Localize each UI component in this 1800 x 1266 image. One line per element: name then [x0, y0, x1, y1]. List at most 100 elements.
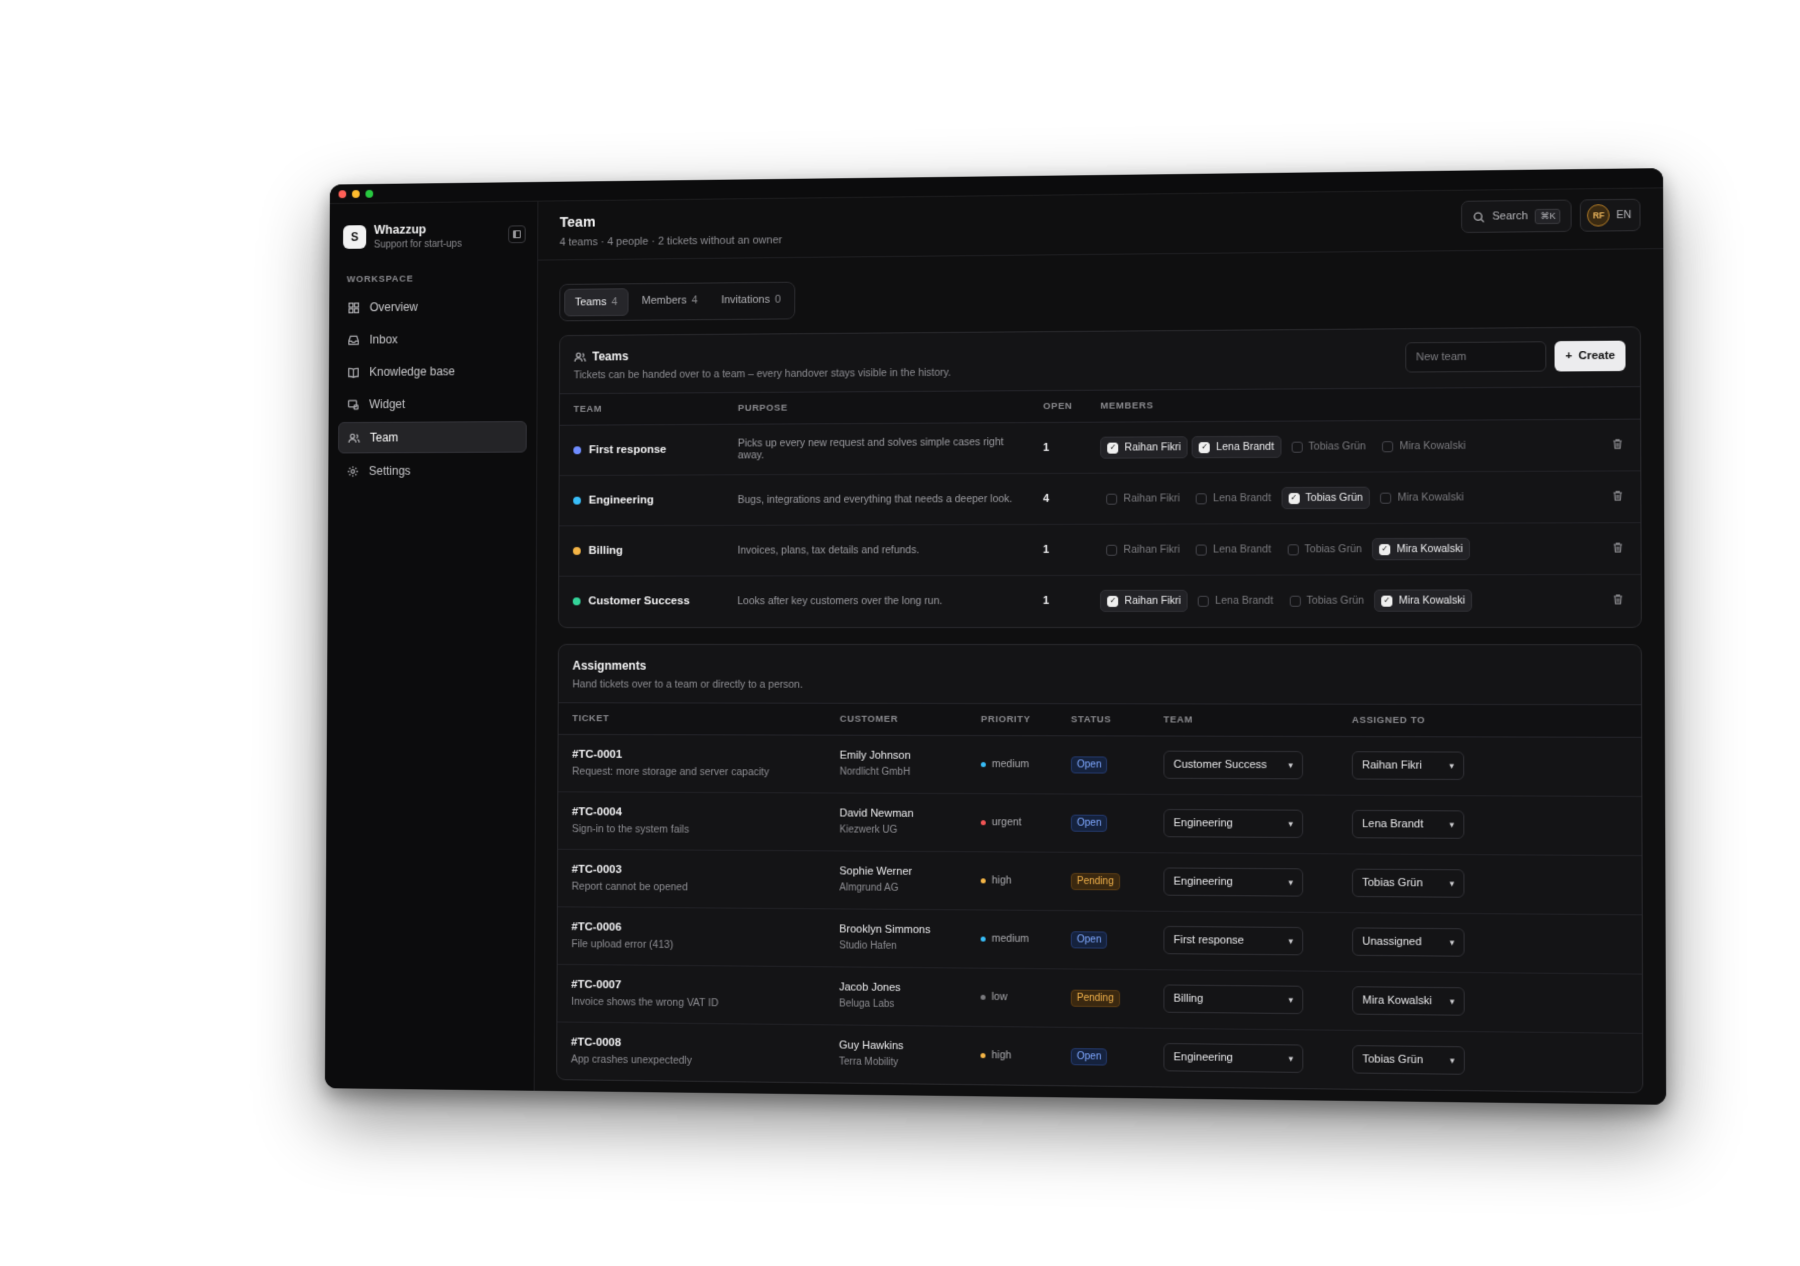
checkbox-icon[interactable]	[1380, 492, 1391, 503]
checkbox-checked-icon[interactable]: ✓	[1107, 596, 1118, 607]
checkbox-checked-icon[interactable]: ✓	[1199, 442, 1210, 453]
checkbox-icon[interactable]	[1289, 595, 1300, 606]
trash-icon[interactable]	[1612, 541, 1626, 555]
member-toggle[interactable]: Tobias Grün	[1281, 538, 1368, 560]
assignee-select[interactable]: Tobias Grün ▾	[1352, 1045, 1465, 1075]
sidebar-item-knowledge-base[interactable]: Knowledge base	[338, 356, 527, 387]
assignee-select[interactable]: Unassigned ▾	[1352, 927, 1465, 956]
checkbox-checked-icon[interactable]: ✓	[1108, 442, 1119, 453]
sidebar-item-settings[interactable]: Settings	[338, 455, 527, 485]
checkbox-icon[interactable]	[1106, 493, 1117, 504]
chevron-down-icon: ▾	[1288, 877, 1293, 888]
ticket-id[interactable]: #TC-0001	[572, 748, 812, 761]
minimize-window-button[interactable]	[352, 190, 360, 198]
team-select[interactable]: Engineering ▾	[1163, 809, 1303, 838]
team-select[interactable]: Engineering ▾	[1163, 867, 1303, 896]
trash-icon[interactable]	[1611, 437, 1625, 451]
status-cell: Pending	[1057, 852, 1150, 911]
sidebar-item-overview[interactable]: Overview	[339, 291, 528, 322]
team-select[interactable]: Billing ▾	[1163, 984, 1303, 1014]
tab-members[interactable]: Members 4	[632, 287, 707, 315]
member-toggle[interactable]: Raihan Fikri	[1100, 539, 1186, 561]
checkbox-checked-icon[interactable]: ✓	[1379, 544, 1390, 555]
team-open-count: 4	[1029, 473, 1086, 524]
app-window: S Whazzup Support for start-ups WORKSPAC…	[325, 168, 1666, 1105]
priority-indicator: urgent	[981, 816, 1043, 828]
member-toggle[interactable]: Tobias Grün	[1285, 435, 1372, 458]
checkbox-checked-icon[interactable]: ✓	[1288, 492, 1299, 503]
member-toggle[interactable]: ✓ Tobias Grün	[1281, 487, 1370, 509]
member-toggle[interactable]: Lena Brandt	[1192, 590, 1279, 612]
member-toggle[interactable]: ✓ Raihan Fikri	[1100, 590, 1188, 612]
column-header	[1597, 387, 1640, 419]
member-toggle[interactable]: Tobias Grün	[1283, 590, 1370, 612]
member-toggle[interactable]: ✓ Mira Kowalski	[1374, 590, 1472, 612]
sidebar: S Whazzup Support for start-ups WORKSPAC…	[325, 202, 538, 1091]
chevron-down-icon: ▾	[1288, 818, 1293, 829]
ticket-cell: #TC-0004 Sign-in to the system fails	[558, 791, 826, 850]
team-color-dot	[573, 547, 581, 555]
team-members-cell: ✓ Raihan Fikri Lena Brandt Tobias Grün ✓ Mira…	[1086, 575, 1597, 627]
column-header: PRIORITY	[967, 703, 1057, 735]
checkbox-icon[interactable]	[1198, 596, 1209, 607]
trash-icon[interactable]	[1612, 593, 1626, 607]
team-select[interactable]: Customer Success ▾	[1163, 751, 1303, 780]
checkbox-checked-icon[interactable]: ✓	[1381, 595, 1392, 606]
member-toggle[interactable]: ✓ Lena Brandt	[1192, 436, 1281, 459]
widget-icon	[347, 398, 360, 411]
checkbox-icon[interactable]	[1196, 493, 1207, 504]
member-toggle[interactable]: Raihan Fikri	[1100, 487, 1185, 509]
checkbox-icon[interactable]	[1382, 441, 1393, 452]
checkbox-icon[interactable]	[1196, 544, 1207, 555]
team-cell: Engineering	[559, 475, 724, 526]
priority-dot	[981, 762, 986, 767]
team-purpose: Picks up every new request and solves si…	[724, 423, 1029, 475]
team-members: Raihan Fikri Lena Brandt ✓ Tobias Grün Mira …	[1100, 486, 1582, 510]
member-toggle[interactable]: ✓ Mira Kowalski	[1372, 538, 1470, 560]
assignee-select[interactable]: Lena Brandt ▾	[1352, 810, 1464, 839]
tab-invitations[interactable]: Invitations 0	[711, 287, 790, 315]
close-window-button[interactable]	[339, 190, 347, 198]
member-toggle[interactable]: Mira Kowalski	[1374, 486, 1470, 509]
customer-name: Guy Hawkins	[839, 1040, 953, 1053]
assignee-select[interactable]: Tobias Grün ▾	[1352, 869, 1464, 898]
member-toggle[interactable]: ✓ Raihan Fikri	[1100, 436, 1187, 458]
member-name: Lena Brandt	[1213, 543, 1271, 555]
collapse-sidebar-button[interactable]	[508, 225, 526, 243]
checkbox-icon[interactable]	[1106, 544, 1117, 555]
team-name: Billing	[573, 545, 710, 557]
ticket-subject: Invoice shows the wrong VAT ID	[571, 995, 811, 1009]
assignee-select-value: Tobias Grün	[1362, 1054, 1423, 1067]
checkbox-icon[interactable]	[1287, 544, 1298, 555]
search-button[interactable]: Search ⌘K	[1461, 200, 1573, 234]
priority-indicator: low	[981, 991, 1043, 1004]
sidebar-item-team[interactable]: Team	[338, 421, 527, 453]
checkbox-icon[interactable]	[1291, 441, 1302, 452]
tab-teams[interactable]: Teams 4	[564, 288, 628, 316]
maximize-window-button[interactable]	[365, 189, 373, 197]
workspace-switcher[interactable]: S Whazzup Support for start-ups	[339, 215, 528, 264]
assignee-select[interactable]: Raihan Fikri ▾	[1352, 751, 1464, 780]
team-actions-cell	[1597, 471, 1640, 523]
team-name: Engineering	[573, 494, 710, 506]
new-team-input[interactable]	[1406, 341, 1547, 372]
assignee-select[interactable]: Mira Kowalski ▾	[1352, 986, 1465, 1016]
team-select[interactable]: Engineering ▾	[1163, 1043, 1303, 1073]
team-select[interactable]: First response ▾	[1163, 926, 1303, 955]
customer-name: Sophie Werner	[839, 865, 952, 878]
sidebar-item-inbox[interactable]: Inbox	[339, 324, 528, 355]
member-toggle[interactable]: Lena Brandt	[1190, 487, 1277, 509]
trash-icon[interactable]	[1611, 489, 1625, 503]
ticket-id[interactable]: #TC-0004	[572, 806, 812, 819]
create-team-button[interactable]: + Create	[1555, 341, 1626, 372]
sidebar-item-widget[interactable]: Widget	[338, 389, 527, 420]
priority-indicator: high	[980, 1049, 1042, 1062]
ticket-id[interactable]: #TC-0007	[571, 978, 811, 992]
ticket-id[interactable]: #TC-0008	[571, 1036, 811, 1051]
member-toggle[interactable]: Mira Kowalski	[1376, 435, 1472, 458]
ticket-id[interactable]: #TC-0006	[571, 921, 811, 935]
member-toggle[interactable]: Lena Brandt	[1190, 538, 1277, 560]
account-menu-button[interactable]: RF EN	[1580, 199, 1640, 232]
priority-label: medium	[992, 758, 1029, 770]
ticket-id[interactable]: #TC-0003	[572, 863, 812, 876]
